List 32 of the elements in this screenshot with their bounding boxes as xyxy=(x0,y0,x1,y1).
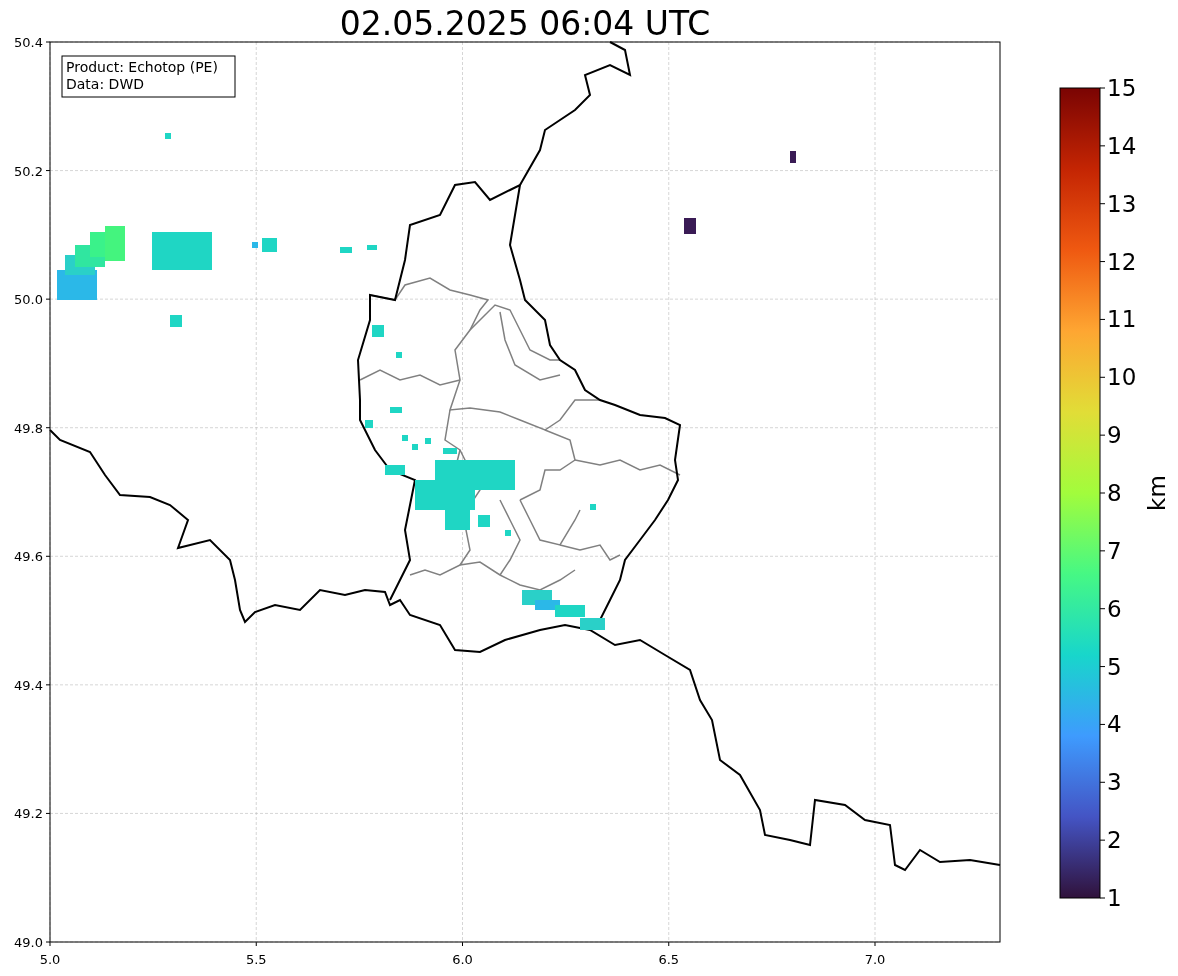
colorbar-tick-label: 6 xyxy=(1107,595,1122,622)
colorbar-tick-label: 15 xyxy=(1107,75,1137,101)
colorbar-tick-label: 12 xyxy=(1107,248,1137,275)
colorbar-tick-label: 4 xyxy=(1107,711,1122,738)
x-axis-tick-label: 5.5 xyxy=(245,952,267,967)
y-axis-tick-label: 50.4 xyxy=(14,35,43,50)
colorbar-tick-label: 3 xyxy=(1107,769,1122,796)
colorbar-tick-label: 8 xyxy=(1107,480,1122,506)
y-axis-tick-label: 50.0 xyxy=(14,292,43,308)
colorbar-tick-label: 2 xyxy=(1107,827,1122,854)
y-axis-tick-label: 49.4 xyxy=(14,677,43,693)
x-axis-tick-label: 5.0 xyxy=(39,952,61,967)
colorbar-tick-label: 1 xyxy=(1107,885,1122,911)
y-axis-tick-label: 49.2 xyxy=(14,806,43,822)
colorbar-tick-label: 11 xyxy=(1107,306,1137,333)
y-axis-tick-label: 49.0 xyxy=(14,935,43,950)
colorbar-label: km xyxy=(1144,475,1170,511)
colorbar-tick-label: 9 xyxy=(1107,422,1122,449)
colorbar-tick-label: 5 xyxy=(1107,653,1122,680)
info-text: Product: Echotop (PE) xyxy=(66,59,218,75)
y-axis-tick-label: 49.6 xyxy=(14,549,43,565)
colorbar-tick-label: 7 xyxy=(1107,537,1122,564)
info-text: Data: DWD xyxy=(66,76,144,92)
x-axis-tick-label: 6.5 xyxy=(658,952,680,967)
chart-title: 02.05.2025 06:04 UTC xyxy=(339,4,711,43)
colorbar-tick-label: 13 xyxy=(1107,190,1137,217)
y-axis-tick-label: 50.2 xyxy=(14,163,43,179)
x-axis-tick-label: 6.0 xyxy=(452,952,473,967)
y-axis-tick-label: 49.8 xyxy=(14,420,43,436)
colorbar-tick-label: 14 xyxy=(1107,132,1137,159)
x-axis-tick-label: 7.0 xyxy=(864,952,886,967)
colorbar-tick-label: 10 xyxy=(1107,364,1137,391)
